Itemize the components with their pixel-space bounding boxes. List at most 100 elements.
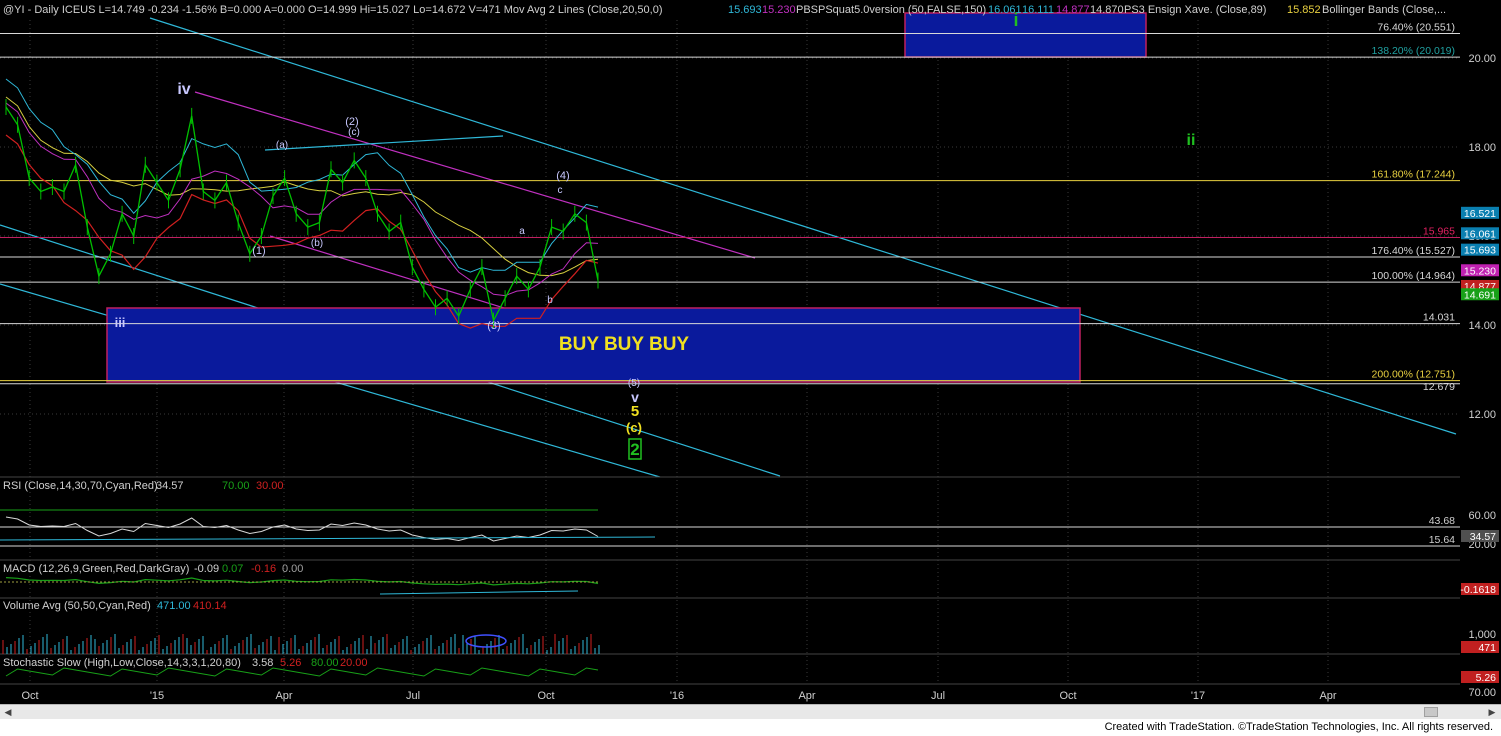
pane-header-value: 70.00	[222, 480, 250, 492]
pane-title: Volume Avg (50,50,Cyan,Red)	[3, 600, 151, 612]
macd-value-label: -0.1618	[1460, 584, 1496, 596]
pbs-label: PBSPSquat5.0version (50,FALSE,150)	[796, 4, 986, 16]
price-level-label: 200.00% (12.751)	[1372, 369, 1455, 381]
horizontal-scrollbar[interactable]: ◀ ▶	[0, 704, 1501, 719]
scroll-thumb[interactable]	[1424, 707, 1438, 717]
pane-header-value: 3.58	[252, 657, 273, 669]
wave-label: 5	[631, 403, 639, 420]
lower-band-line[interactable]	[5, 134, 599, 329]
indicator-panes: RSI (Close,14,30,70,Cyan,Red)34.57 70.00 3…	[0, 476, 1499, 699]
pbs-value-3: 14.877	[1056, 4, 1090, 16]
pane-header-value: 0.07	[222, 563, 243, 575]
pane-title: MACD (12,26,9,Green,Red,DarkGray)	[3, 563, 189, 575]
rsi-level-label: 43.68	[1429, 515, 1455, 527]
price-axis: 12.0014.0016.0018.0020.0016.52116.06115.…	[1461, 53, 1499, 421]
pane-header-value: 410.14	[193, 600, 227, 612]
wave-labels: iviii(2)(c)(a)(1)(b)(3)ab(4)c(5)v5(c)2ii…	[115, 10, 1196, 460]
pane-header-value: 80.00	[311, 657, 339, 669]
wave-label: (a)	[276, 140, 288, 151]
wave-label: iii	[115, 315, 126, 330]
price-tag-label: 15.230	[1464, 265, 1496, 277]
price-tick-label: 12.00	[1468, 409, 1496, 421]
chart-canvas: BUY BUY BUY 76.40% (20.551) 138.20% (20.0…	[0, 4, 1499, 702]
macd-trendline	[379, 590, 579, 595]
rsi-value-label: 34.57	[1470, 531, 1496, 543]
pane-header-value: 471.00	[157, 600, 191, 612]
target-zone-box[interactable]	[904, 12, 1147, 58]
time-tick-label: Oct	[537, 690, 554, 702]
wave-label: b	[547, 295, 553, 306]
time-tick-label: Apr	[1319, 690, 1336, 702]
price-tag-label: 15.693	[1464, 245, 1496, 257]
price-level-label: 76.40% (20.551)	[1377, 21, 1455, 33]
time-tick-label: Jul	[406, 690, 420, 702]
pbs-value-1: 16.061	[988, 4, 1022, 16]
time-tick-label: '15	[150, 690, 164, 702]
stochastic-value-label: 5.26	[1476, 672, 1497, 684]
buy-zone-label: BUY BUY BUY	[559, 334, 690, 355]
pane-header-value: -0.09	[194, 563, 219, 575]
time-tick-label: Oct	[21, 690, 38, 702]
time-tick-label: Apr	[275, 690, 292, 702]
price-tag-label: 16.061	[1464, 228, 1496, 240]
time-tick-label: '17	[1191, 690, 1205, 702]
price-level-label: 14.031	[1423, 312, 1455, 324]
time-tick-label: Oct	[1059, 690, 1076, 702]
ma-value-2: 15.230	[762, 4, 796, 16]
scroll-left-icon[interactable]: ◀	[2, 706, 14, 718]
ensign-value: 15.852	[1287, 4, 1321, 16]
macd-line[interactable]	[5, 577, 599, 586]
pane-title: RSI (Close,14,30,70,Cyan,Red)	[3, 480, 158, 492]
price-tag-label: 14.691	[1464, 289, 1496, 301]
pane-header-value: 0.00	[282, 563, 303, 575]
pane-header-value: 30.00	[256, 480, 284, 492]
wave-label: (c)	[626, 420, 642, 435]
footer-credit: Created with TradeStation. ©TradeStation…	[0, 719, 1501, 736]
rsi-level-label: 15.64	[1429, 534, 1455, 546]
price-tick-label: 14.00	[1468, 320, 1496, 332]
price-line[interactable]	[5, 106, 599, 323]
wave-label: (3)	[487, 320, 500, 332]
trend-channels	[0, 17, 1457, 478]
rsi-tick-label: 60.00	[1468, 510, 1496, 522]
volume-value-label: 471	[1478, 642, 1496, 654]
price-level-label: 161.80% (17.244)	[1372, 169, 1455, 181]
price-level-label: 100.00% (14.964)	[1372, 270, 1455, 282]
price-level-label: 12.679	[1423, 381, 1455, 393]
chart-header: @YI - Daily ICEUS L=14.749 -0.234 -1.56%…	[3, 4, 1446, 16]
pane-header-value: 5.26	[280, 657, 301, 669]
stochastic-line[interactable]	[5, 667, 599, 677]
price-tick-label: 18.00	[1468, 142, 1496, 154]
wave-label: (c)	[348, 127, 360, 138]
wave-label: (b)	[311, 238, 323, 249]
wave-label: a	[519, 226, 525, 237]
scroll-right-icon[interactable]: ▶	[1486, 706, 1498, 718]
ensign-label: PS3 Ensign Xave. (Close,89)	[1124, 4, 1266, 16]
bollinger-label: Bollinger Bands (Close,...	[1322, 4, 1446, 16]
wave-label: iv	[177, 81, 190, 98]
pbs-value-2: 16.111	[1022, 4, 1054, 16]
wave-label: c	[558, 185, 563, 196]
wave-label: ii	[1187, 132, 1196, 149]
time-tick-label: '16	[670, 690, 684, 702]
price-tag-label: 16.521	[1464, 208, 1496, 220]
stochastic-tick-label: 70.00	[1468, 687, 1496, 699]
price-level-label: 176.40% (15.527)	[1372, 245, 1455, 257]
volume-highlight	[465, 634, 507, 648]
time-axis: Oct '15 Apr Jul Oct '16 Apr Jul Oct '17 Apr	[21, 690, 1336, 702]
time-tick-label: Apr	[798, 690, 815, 702]
pane-header-value: -0.16	[251, 563, 276, 575]
price-tick-label: 20.00	[1468, 53, 1496, 65]
pbs-value-4: 14.870	[1090, 4, 1124, 16]
pane-header-value: 20.00	[340, 657, 368, 669]
ma-value-1: 15.693	[728, 4, 762, 16]
price-level-label: 15.965	[1423, 226, 1455, 238]
time-tick-label: Jul	[931, 690, 945, 702]
pane-header-value: 34.57	[156, 480, 184, 492]
volume-tick-label: 1,000	[1468, 629, 1496, 641]
rsi-trendline	[0, 536, 656, 541]
wave-label: (5)	[628, 378, 640, 389]
pane-title: Stochastic Slow (High,Low,Close,14,3,3,1…	[3, 657, 241, 669]
wave-label: 2	[630, 440, 639, 459]
upper-band-line[interactable]	[5, 78, 599, 273]
